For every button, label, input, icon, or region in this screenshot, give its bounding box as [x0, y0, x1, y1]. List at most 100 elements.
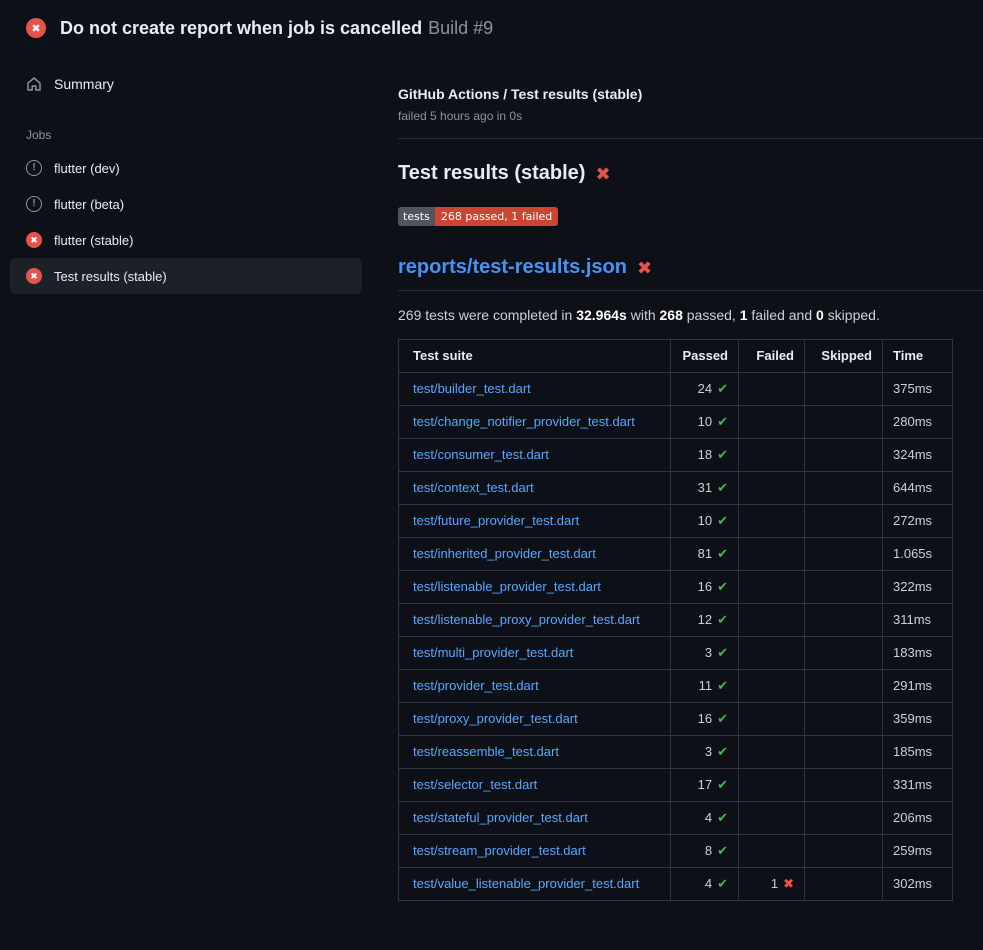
suite-cell: test/inherited_provider_test.dart: [399, 538, 671, 571]
suite-link[interactable]: test/consumer_test.dart: [413, 447, 549, 462]
time-cell: 302ms: [883, 868, 953, 901]
suite-link[interactable]: test/future_provider_test.dart: [413, 513, 579, 528]
passed-cell-count: 10: [698, 414, 712, 429]
passed-cell: 31 ✔: [671, 472, 739, 505]
main-layout: Summary Jobs !flutter (dev)!flutter (bet…: [0, 52, 983, 901]
table-row: test/value_listenable_provider_test.dart…: [399, 868, 953, 901]
skipped-cell: [805, 736, 883, 769]
passed-cell: 4✔: [671, 868, 739, 901]
failed-cell: [739, 835, 805, 868]
suite-link[interactable]: test/listenable_proxy_provider_test.dart: [413, 612, 640, 627]
summary-failed-count: 1: [740, 307, 748, 323]
passed-cell: 17✔: [671, 769, 739, 802]
sidebar-item-job-3[interactable]: ✖Test results (stable): [10, 258, 362, 294]
passed-cell: 4✔: [671, 802, 739, 835]
th-passed: Passed: [671, 340, 739, 373]
suite-link[interactable]: test/stateful_provider_test.dart: [413, 810, 588, 825]
passed-cell-count: 4: [705, 876, 712, 891]
passed-cell-count: 12: [698, 612, 712, 627]
suite-link[interactable]: test/stream_provider_test.dart: [413, 843, 586, 858]
th-skipped: Skipped: [805, 340, 883, 373]
fail-x-icon: ✖: [783, 876, 794, 891]
skipped-cell: [805, 703, 883, 736]
suite-cell: test/proxy_provider_test.dart: [399, 703, 671, 736]
sidebar-item-job-1[interactable]: !flutter (beta): [10, 186, 362, 222]
suite-link[interactable]: test/provider_test.dart: [413, 678, 539, 693]
passed-cell: 16✔: [671, 703, 739, 736]
skipped-cell: [805, 835, 883, 868]
section-title-text: Test results (stable): [398, 162, 585, 185]
suite-link[interactable]: test/reassemble_test.dart: [413, 744, 559, 759]
failed-x-icon: ✖: [595, 165, 610, 183]
passed-cell-count: 16: [698, 711, 712, 726]
passed-cell-count: 11: [699, 678, 713, 693]
suite-link[interactable]: test/proxy_provider_test.dart: [413, 711, 578, 726]
passed-cell-count: 31: [698, 480, 712, 495]
section-title: Test results (stable) ✖: [398, 162, 983, 185]
suite-cell: test/change_notifier_provider_test.dart: [399, 406, 671, 439]
time-cell: 291ms: [883, 670, 953, 703]
suite-link[interactable]: test/builder_test.dart: [413, 381, 531, 396]
failed-cell: [739, 802, 805, 835]
suite-link[interactable]: test/inherited_provider_test.dart: [413, 546, 596, 561]
time-cell: 359ms: [883, 703, 953, 736]
passed-cell: 24✔: [671, 373, 739, 406]
page-header: ✖ Do not create report when job is cance…: [0, 0, 983, 52]
skipped-cell: [805, 538, 883, 571]
time-cell: 331ms: [883, 769, 953, 802]
x-circle-icon: ✖: [26, 232, 42, 248]
table-row: test/selector_test.dart 17✔ 331ms: [399, 769, 953, 802]
suite-link[interactable]: test/change_notifier_provider_test.dart: [413, 414, 635, 429]
sidebar-item-job-2[interactable]: ✖flutter (stable): [10, 222, 362, 258]
failed-cell: 1✖: [739, 868, 805, 901]
failed-cell: [739, 406, 805, 439]
job-label: flutter (beta): [54, 197, 124, 212]
run-status-text: failed 5 hours ago in 0s: [398, 109, 983, 123]
table-row: test/context_test.dart 31 ✔ 644ms: [399, 472, 953, 505]
suite-cell: test/multi_provider_test.dart: [399, 637, 671, 670]
table-header-row: Test suite Passed Failed Skipped Time: [399, 340, 953, 373]
time-cell: 644ms: [883, 472, 953, 505]
passed-cell-count: 3: [705, 744, 712, 759]
table-row: test/provider_test.dart 11 ✔ 291ms: [399, 670, 953, 703]
passed-cell: 8✔: [671, 835, 739, 868]
pass-check-icon: ✔: [717, 480, 728, 495]
passed-cell: 11 ✔: [671, 670, 739, 703]
sidebar-item-summary[interactable]: Summary: [10, 66, 362, 102]
suite-link[interactable]: test/listenable_provider_test.dart: [413, 579, 601, 594]
page-title: Do not create report when job is cancell…: [60, 17, 493, 39]
skipped-cell: [805, 439, 883, 472]
skipped-cell: [805, 637, 883, 670]
pass-check-icon: ✔: [717, 678, 728, 693]
suite-cell: test/consumer_test.dart: [399, 439, 671, 472]
pass-check-icon: ✔: [717, 876, 728, 891]
table-row: test/listenable_provider_test.dart16✔322…: [399, 571, 953, 604]
job-label: Test results (stable): [54, 269, 167, 284]
table-row: test/stateful_provider_test.dart4✔206ms: [399, 802, 953, 835]
summary-label: Summary: [54, 76, 114, 92]
suite-cell: test/context_test.dart: [399, 472, 671, 505]
failed-cell: [739, 571, 805, 604]
suite-link[interactable]: test/selector_test.dart: [413, 777, 537, 792]
pass-check-icon: ✔: [717, 579, 728, 594]
suite-link[interactable]: test/context_test.dart: [413, 480, 534, 495]
summary-line: 269 tests were completed in 32.964s with…: [398, 307, 983, 323]
table-row: test/multi_provider_test.dart3✔183ms: [399, 637, 953, 670]
sidebar: Summary Jobs !flutter (dev)!flutter (bet…: [0, 52, 380, 294]
suite-link[interactable]: test/multi_provider_test.dart: [413, 645, 573, 660]
skipped-cell: [805, 604, 883, 637]
table-row: test/builder_test.dart24✔375ms: [399, 373, 953, 406]
sidebar-item-job-0[interactable]: !flutter (dev): [10, 150, 362, 186]
th-failed: Failed: [739, 340, 805, 373]
tests-badge-value: 268 passed, 1 failed: [435, 207, 558, 226]
suite-cell: test/selector_test.dart: [399, 769, 671, 802]
passed-cell: 18✔: [671, 439, 739, 472]
failed-cell: [739, 472, 805, 505]
pass-check-icon: ✔: [717, 645, 728, 660]
suite-link[interactable]: test/value_listenable_provider_test.dart: [413, 876, 639, 891]
report-file-link[interactable]: reports/test-results.json: [398, 256, 627, 279]
table-row: test/change_notifier_provider_test.dart 1…: [399, 406, 953, 439]
time-cell: 1.065s: [883, 538, 953, 571]
skipped-cell: [805, 868, 883, 901]
passed-cell-count: 4: [705, 810, 712, 825]
